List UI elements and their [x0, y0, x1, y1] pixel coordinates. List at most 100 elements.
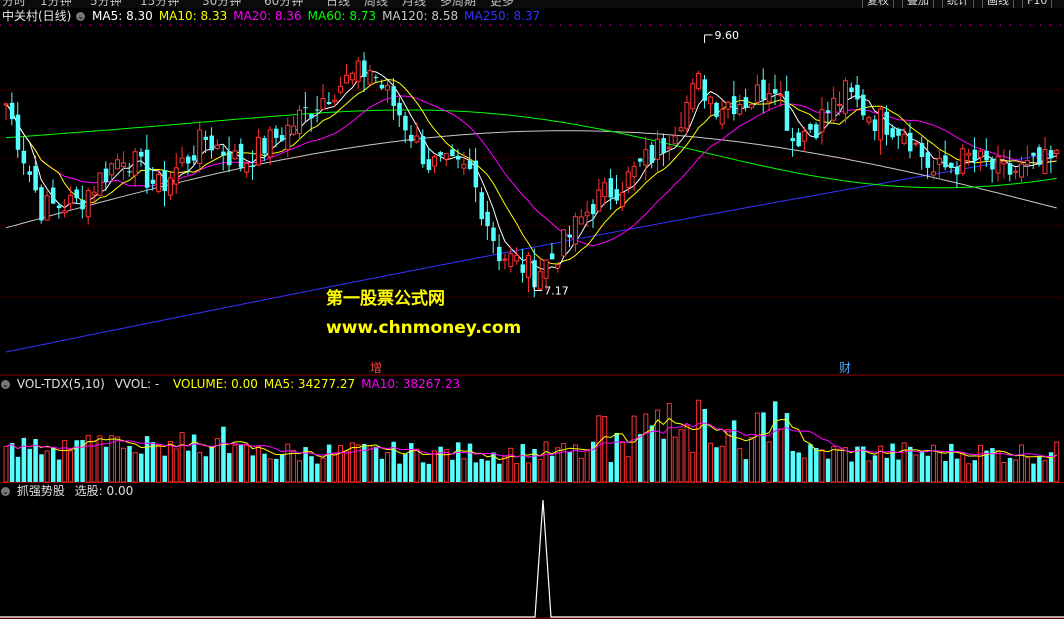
candle-body [409, 134, 414, 142]
volume-bar [332, 452, 338, 483]
candle-body [808, 124, 813, 130]
candle-body [731, 96, 737, 115]
candle-body [520, 264, 526, 273]
candle-body [9, 102, 15, 120]
volume-bar [825, 458, 831, 482]
watermark-url: www.chnmoney.com [326, 318, 522, 338]
volume-bar [409, 443, 414, 482]
candle-body [56, 205, 62, 209]
volume-bar [21, 437, 27, 482]
volume-bar [250, 455, 256, 482]
volume-bar [309, 456, 314, 482]
volume-bar [139, 453, 144, 482]
volume-bar [602, 416, 608, 483]
candle-body [1031, 152, 1036, 156]
event-tag: 增 [370, 361, 382, 375]
volume-bar [619, 442, 625, 483]
volume-bar [666, 403, 672, 483]
candle-body [831, 97, 837, 121]
volume-bar [426, 463, 432, 482]
volume-bar [267, 458, 273, 483]
volume-bar [326, 444, 332, 482]
high-price-label: 9.60 [715, 29, 740, 42]
candle-body [3, 103, 9, 106]
candle-body [232, 150, 238, 160]
candle-body [837, 103, 843, 106]
candle-body [549, 253, 555, 260]
candle-body [1024, 160, 1030, 166]
volume-bar [485, 460, 490, 482]
candle-body [91, 191, 97, 196]
volume-bar [707, 442, 713, 483]
volume-bar [678, 429, 684, 483]
volume-bar [737, 448, 743, 483]
volume-bar [403, 453, 408, 482]
candle-body [949, 162, 954, 168]
volume-bar [1013, 459, 1019, 483]
candle-body [619, 192, 625, 207]
candle-body [179, 157, 185, 164]
candle-body [690, 83, 696, 110]
candle-body [930, 171, 936, 176]
volume-bar [631, 415, 637, 483]
volume-bar [796, 452, 801, 482]
volume-bar [861, 446, 866, 482]
volume-ma10-line [5, 422, 1057, 458]
volume-bar [285, 443, 291, 483]
candle-body [643, 149, 649, 166]
volume-bar [232, 444, 238, 483]
candle-body [332, 99, 338, 103]
candle-body [896, 128, 901, 136]
candle-body [502, 258, 508, 261]
candle-body [497, 246, 502, 262]
candle-body [849, 87, 854, 93]
candle-body [714, 102, 719, 117]
volume-bar [866, 460, 872, 483]
volume-bar [367, 445, 373, 483]
candle-body [156, 173, 162, 192]
volume-bar [343, 450, 349, 483]
kline-chart[interactable]: 9.60 7.17 增 财 [0, 0, 1064, 619]
candle-body [514, 254, 520, 262]
volume-bar [467, 443, 473, 482]
candle-body [279, 135, 285, 141]
volume-bar [690, 451, 696, 483]
volume-bar [778, 428, 784, 483]
volume-bar [625, 456, 631, 483]
volume-bar [156, 444, 162, 483]
volume-bar [702, 408, 708, 482]
candle-body [203, 136, 209, 140]
candle-body [74, 189, 79, 199]
candle-body [537, 271, 543, 290]
volume-bar [50, 447, 56, 482]
volume-bar [754, 412, 760, 483]
candle-body [1007, 163, 1013, 175]
candle-body [467, 160, 473, 169]
candle-body [614, 189, 619, 201]
volume-bar [74, 440, 79, 482]
candle-body [209, 135, 214, 151]
candle-body [150, 179, 156, 184]
volume-bar [995, 450, 1001, 483]
candle-body [362, 60, 367, 77]
candle-body [913, 142, 919, 145]
candle-body [943, 155, 948, 168]
volume-bar [279, 454, 285, 482]
candle-body [303, 107, 308, 109]
volume-bar [972, 460, 978, 482]
candle-body [995, 156, 1001, 174]
volume-bar [977, 444, 983, 483]
volume-bar [725, 428, 731, 483]
volume-bar [262, 453, 267, 482]
volume-bar [162, 455, 167, 482]
volume-bar [9, 442, 15, 482]
candle-body [132, 151, 138, 176]
candle-body [485, 211, 490, 227]
volume-bar [297, 460, 302, 483]
candle-body [977, 150, 983, 158]
candle-body [403, 115, 408, 131]
volume-bar [960, 452, 966, 483]
volume-bar [1037, 456, 1042, 482]
candle-body [748, 104, 754, 109]
candle-body [972, 149, 978, 161]
